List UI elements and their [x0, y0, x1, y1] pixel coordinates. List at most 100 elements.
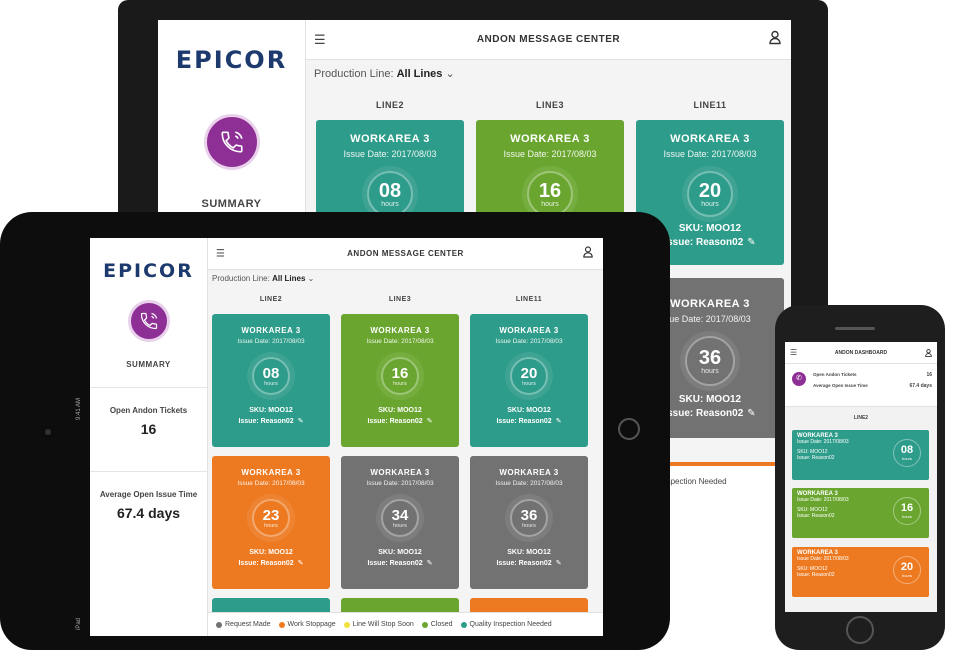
hours-value: 16 [391, 364, 409, 382]
column-header: LINE11 [693, 100, 727, 110]
hours-value: 08 [378, 179, 402, 202]
ticket-card[interactable]: WORKAREA 3 Issue Date: 2017/08/03 23 hours S… [212, 456, 330, 589]
ticket-card[interactable]: WORKAREA 3 Issue Date: 2017/08/03 16 hours S… [341, 314, 459, 447]
card-issue-date: Issue Date: 2017/08/03 [495, 338, 563, 345]
user-icon[interactable] [769, 30, 781, 49]
phone-stats: Open Andon Tickets 16 Average Open Issue … [813, 372, 932, 389]
hours-ring: 23 hours [252, 499, 290, 537]
hours-label: hours [522, 522, 536, 529]
legend-dot [343, 621, 350, 628]
card-workarea: WORKAREA 3 [241, 326, 301, 335]
hours-label: hours [901, 573, 912, 578]
stat-value: 67.4 days [116, 505, 181, 521]
menu-icon[interactable]: ☰ [790, 348, 797, 357]
ticket-card[interactable]: WORKAREA 3 Issue Date: 2017/08/03 34 hours S… [341, 456, 459, 589]
filter-label: Production Line: [314, 68, 394, 80]
hours-ring: 08 hours [252, 357, 290, 395]
ticket-card[interactable]: WORKAREA 3 Issue Date: 2017/08/03 20 hours S… [470, 314, 588, 447]
legend-dot [278, 621, 285, 628]
legend-dot [216, 621, 222, 628]
summary-button[interactable]: ✆ [792, 372, 806, 386]
ticket-card[interactable]: WORKAREA 3 Issue Date: 2017/08/03 SKU: MOO… [792, 430, 929, 480]
pencil-icon[interactable]: ✎ [747, 408, 755, 419]
ticket-card[interactable] [470, 598, 588, 612]
pencil-icon[interactable]: ✎ [298, 417, 304, 425]
card-workarea: WORKAREA 3 [670, 133, 750, 145]
card-workarea: WORKAREA 3 [241, 468, 301, 477]
pencil-icon[interactable]: ✎ [298, 559, 304, 567]
hours-ring: 20 hours [510, 357, 548, 395]
hours-label: hours [901, 514, 912, 519]
card-issue: Issue: Reason02 [367, 560, 423, 567]
hours-ring: 08 hours [367, 171, 413, 217]
card-issue: Issue: Reason02 [238, 418, 294, 425]
summary-button[interactable] [127, 300, 170, 342]
hours-value: 16 [538, 179, 562, 202]
hours-value: 20 [520, 364, 538, 382]
status-legend: Request Made Work Stoppage Line Will Sto… [208, 612, 603, 636]
card-issue: Issue: Reason02 [367, 418, 423, 425]
hours-label: hours [381, 200, 399, 208]
column-header: LINE3 [535, 100, 564, 110]
hours-value: 20 [900, 561, 914, 573]
legend-dot [421, 621, 428, 628]
production-line-filter[interactable]: Production Line: All Lines ⌄ [314, 67, 455, 80]
open-tickets-stat: Open Andon Tickets 16 [813, 372, 932, 378]
card-issue: Issue: Reason02 [664, 237, 744, 248]
hours-label: hours [541, 200, 559, 208]
phone-call-icon [139, 311, 159, 331]
hours-label: hours [393, 380, 407, 387]
ticket-card[interactable] [341, 598, 459, 612]
pencil-icon[interactable]: ✎ [747, 237, 755, 248]
card-issue-date: Issue Date: 2017/08/03 [237, 480, 305, 487]
hours-label: hours [701, 200, 719, 208]
legend-item: Line Will Stop Soon [343, 621, 414, 628]
legend-label: Work Stoppage [287, 621, 336, 628]
page-title: ANDON MESSAGE CENTER [347, 249, 464, 258]
ticket-card[interactable]: WORKAREA 3 Issue Date: 2017/08/03 36 hours S… [470, 456, 588, 589]
pencil-icon[interactable]: ✎ [427, 417, 433, 425]
card-workarea: WORKAREA 3 [370, 326, 430, 335]
production-line-filter[interactable]: Production Line: All Lines ⌄ [212, 274, 314, 283]
tablet-camera [45, 429, 51, 435]
hours-label: hours [264, 522, 278, 529]
phone-home-button [846, 616, 874, 644]
hours-value: 23 [262, 506, 280, 524]
menu-icon[interactable]: ☰ [216, 248, 225, 259]
card-issue-date: Issue Date: 2017/08/03 [366, 480, 434, 487]
legend-dot [460, 621, 467, 628]
user-icon[interactable] [925, 344, 932, 362]
stat-value: 16 [140, 421, 157, 437]
legend-item: Quality Inspection Needed [460, 621, 552, 628]
stat-label: Open Andon Tickets [109, 406, 188, 415]
laptop-topbar: ☰ ANDON MESSAGE CENTER [306, 20, 791, 60]
card-workarea: WORKAREA 3 [510, 133, 590, 145]
filter-value: All Lines [396, 68, 443, 80]
column-header: LINE2 [853, 415, 869, 421]
hours-ring: 16 hours [381, 357, 419, 395]
pencil-icon[interactable]: ✎ [556, 417, 562, 425]
hours-value: 08 [900, 444, 914, 456]
pencil-icon[interactable]: ✎ [556, 559, 562, 567]
ticket-card[interactable]: WORKAREA 3 Issue Date: 2017/08/03 SKU: MOO… [792, 488, 929, 538]
card-sku: SKU: MOO12 [249, 407, 293, 414]
user-icon[interactable] [583, 245, 593, 263]
tablet-status-carrier: iPad [76, 617, 82, 630]
phone-topbar: ☰ ANDON DASHBOARD [785, 342, 937, 364]
card-sku: SKU: MOO12 [378, 549, 422, 556]
card-issue: Issue: Reason02 [238, 560, 294, 567]
hours-ring: 20 hours [893, 556, 921, 584]
summary-button[interactable] [203, 114, 260, 170]
filter-label: Production Line: [212, 274, 270, 283]
card-issue-date: Issue Date: 2017/08/03 [366, 338, 434, 345]
phone-app: ☰ ANDON DASHBOARD ✆ Open Andon Tickets 16… [785, 342, 937, 612]
epicor-logo: EPICOR [175, 46, 288, 74]
ticket-card[interactable]: WORKAREA 3 Issue Date: 2017/08/03 08 hours S… [212, 314, 330, 447]
phone-call-icon [219, 129, 245, 155]
ticket-card[interactable] [212, 598, 330, 612]
pencil-icon[interactable]: ✎ [427, 559, 433, 567]
avg-time-stat: Average Open Issue Time 67.4 days [813, 383, 932, 389]
card-issue-date: Issue Date: 2017/08/03 [663, 149, 757, 159]
ticket-card[interactable]: WORKAREA 3 Issue Date: 2017/08/03 SKU: MOO… [792, 547, 929, 597]
menu-icon[interactable]: ☰ [314, 32, 326, 48]
